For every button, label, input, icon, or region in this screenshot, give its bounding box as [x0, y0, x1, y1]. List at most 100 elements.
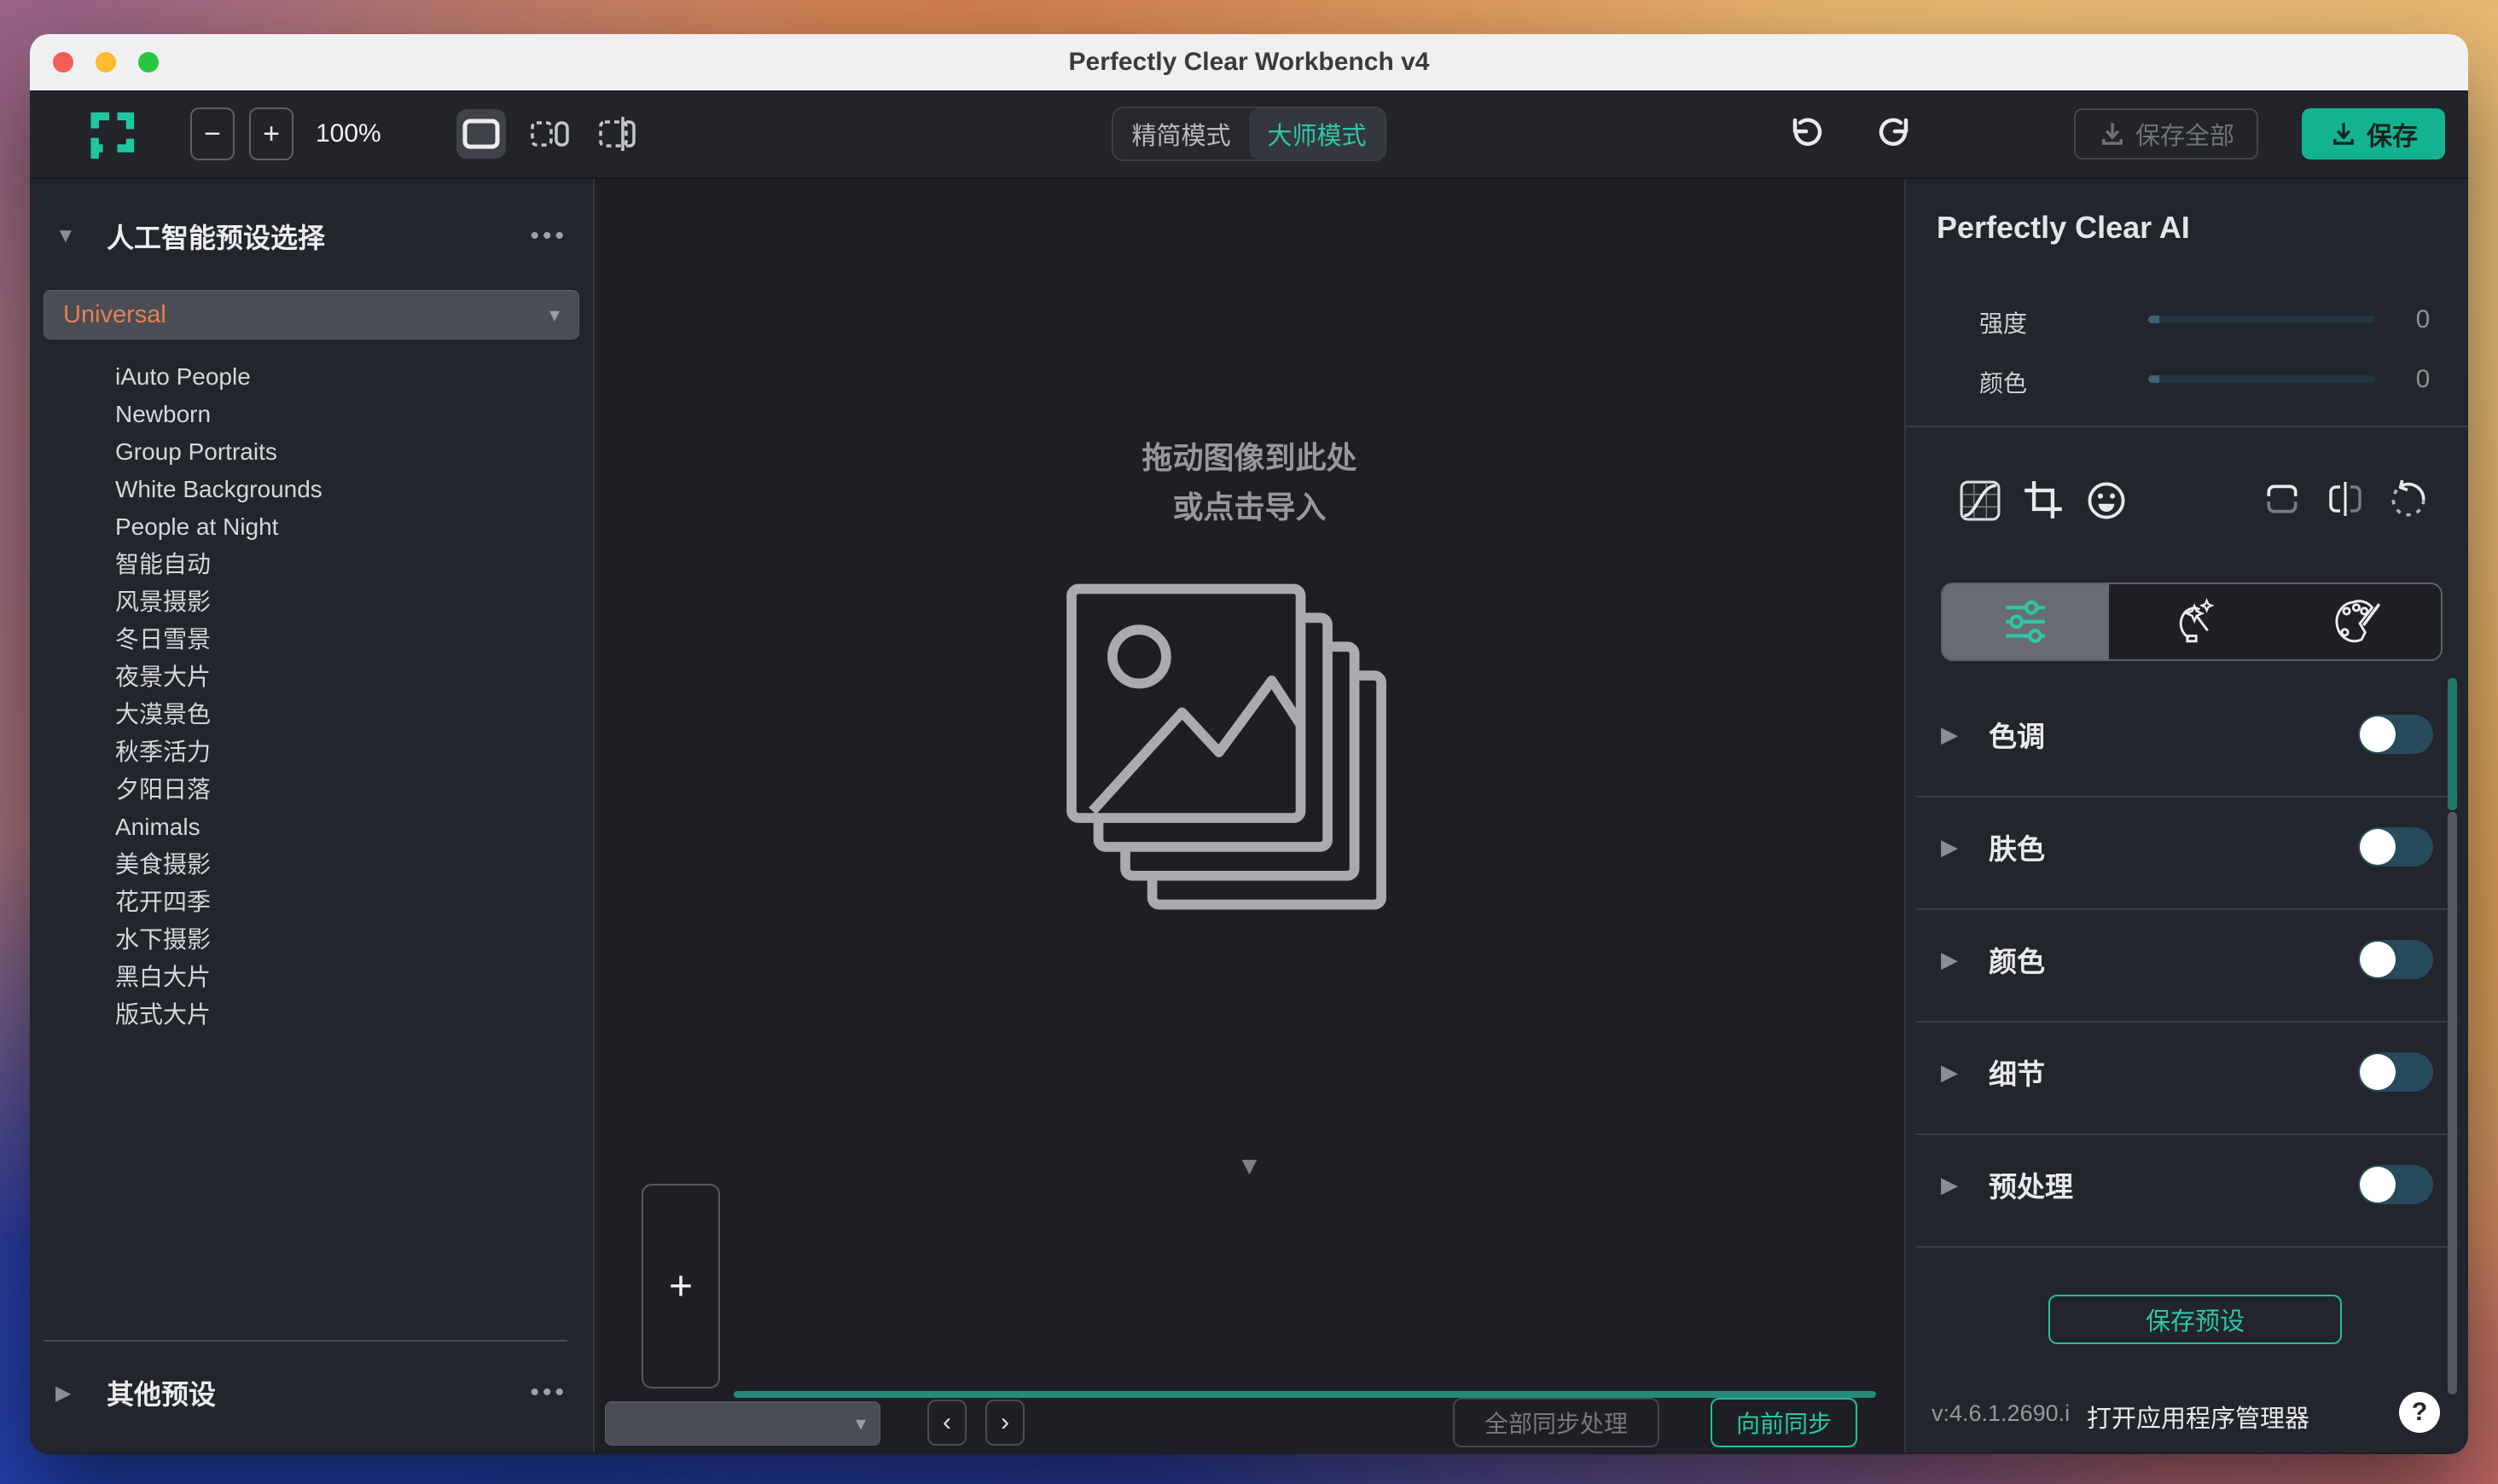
preset-item-label: White Backgrounds: [115, 476, 322, 502]
presets-menu-button[interactable]: •••: [530, 222, 567, 251]
tab-face-retouch[interactable]: [2109, 584, 2275, 659]
open-app-manager-link[interactable]: 打开应用程序管理器: [2087, 1399, 2309, 1435]
preset-item[interactable]: Newborn: [30, 396, 593, 433]
next-image-button[interactable]: ›: [985, 1400, 1025, 1446]
preset-item[interactable]: 秋季活力: [30, 733, 593, 771]
scrollbar-thumb[interactable]: [2448, 812, 2457, 1394]
color-slider-row: 颜色 0: [1906, 362, 2468, 399]
expand-arrow-icon[interactable]: ▶: [1941, 834, 1989, 861]
preset-item[interactable]: iAuto People: [30, 358, 593, 396]
simple-mode-tab[interactable]: 精简模式: [1113, 108, 1249, 159]
section-row[interactable]: ▶ 色调: [1906, 685, 2468, 784]
section-toggle[interactable]: [2358, 1165, 2433, 1204]
save-label: 保存: [2367, 123, 2418, 151]
canvas-area: 拖动图像到此处 或点击导入 ▼ + ▾ ‹ › 全部同步处理 向前同步: [595, 179, 1904, 1452]
master-mode-tab[interactable]: 大师模式: [1249, 108, 1385, 159]
section-row[interactable]: ▶ 预处理: [1906, 1135, 2468, 1234]
split-view-button[interactable]: [593, 109, 642, 159]
section-label: 肤色: [1989, 833, 2045, 865]
zoom-out-button[interactable]: −: [190, 107, 235, 160]
preset-item[interactable]: 夜景大片: [30, 658, 593, 696]
undo-icon: [1792, 118, 1822, 146]
version-label: v:4.6.1.2690.i: [1932, 1400, 2071, 1426]
preset-item[interactable]: 风景摄影: [30, 583, 593, 621]
redo-button[interactable]: [1876, 114, 1915, 154]
save-all-button[interactable]: 保存全部: [2074, 108, 2258, 159]
chevron-down-icon: ▾: [549, 303, 560, 327]
preset-item[interactable]: 黑白大片: [30, 959, 593, 996]
tools-icon-row: [1906, 479, 2468, 527]
slider-thumb[interactable]: [2148, 316, 2159, 323]
previous-image-button[interactable]: ‹: [927, 1400, 967, 1446]
save-preset-button[interactable]: 保存预设: [2048, 1295, 2342, 1344]
face-button[interactable]: [2085, 479, 2128, 522]
help-button[interactable]: ?: [2399, 1392, 2440, 1433]
rotate-button[interactable]: [2388, 479, 2429, 520]
preset-item[interactable]: Group Portraits: [30, 433, 593, 471]
section-toggle[interactable]: [2358, 940, 2433, 979]
scrollbar-accent[interactable]: [2448, 678, 2457, 810]
section-row[interactable]: ▶ 颜色: [1906, 910, 2468, 1009]
expand-arrow-icon[interactable]: ▶: [55, 1381, 107, 1406]
filmstrip-collapse-icon[interactable]: ▼: [1237, 1152, 1263, 1181]
section-toggle[interactable]: [2358, 715, 2433, 754]
dropzone-text-line1: 拖动图像到此处: [1142, 440, 1357, 475]
single-view-icon: [462, 119, 500, 149]
sync-all-button[interactable]: 全部同步处理: [1453, 1398, 1659, 1447]
import-dropzone[interactable]: 拖动图像到此处 或点击导入: [1062, 433, 1438, 929]
view-mode-group: [456, 109, 642, 159]
preset-item[interactable]: 夕阳日落: [30, 771, 593, 809]
preset-item[interactable]: White Backgrounds: [30, 471, 593, 508]
expand-arrow-icon[interactable]: ▶: [1941, 1059, 1989, 1086]
strength-slider[interactable]: [2148, 316, 2375, 323]
expand-arrow-icon[interactable]: ▶: [1941, 722, 1989, 748]
section-row[interactable]: ▶ 细节: [1906, 1023, 2468, 1122]
close-window-button[interactable]: [53, 52, 73, 72]
expand-arrow-icon[interactable]: ▶: [1941, 1172, 1989, 1198]
collapse-arrow-icon[interactable]: ▼: [55, 224, 107, 248]
zoom-window-button[interactable]: [138, 52, 159, 72]
single-view-button[interactable]: [456, 109, 506, 159]
flip-vertical-icon: [2267, 484, 2298, 513]
preset-item[interactable]: 智能自动: [30, 546, 593, 583]
other-presets-header[interactable]: ▶ 其他预设 •••: [30, 1342, 593, 1444]
tab-color-grading[interactable]: [2274, 584, 2441, 659]
preset-item[interactable]: 大漠景色: [30, 696, 593, 733]
undo-button[interactable]: [1786, 114, 1825, 154]
other-presets-menu-button[interactable]: •••: [530, 1378, 567, 1407]
preset-item[interactable]: 水下摄影: [30, 921, 593, 959]
preset-group-dropdown[interactable]: Universal ▾: [44, 290, 579, 339]
side-by-side-view-button[interactable]: [525, 109, 574, 159]
sync-forward-button[interactable]: 向前同步: [1711, 1398, 1857, 1447]
slider-thumb[interactable]: [2148, 375, 2159, 383]
add-image-button[interactable]: +: [642, 1184, 720, 1388]
zoom-in-button[interactable]: +: [249, 107, 293, 160]
filmstrip-scrollbar[interactable]: [734, 1391, 1876, 1398]
redo-icon: [1879, 118, 1908, 146]
tab-manual-adjust[interactable]: [1943, 584, 2109, 659]
section-row[interactable]: ▶ 肤色: [1906, 797, 2468, 896]
color-slider[interactable]: [2148, 375, 2375, 383]
other-presets-title: 其他预设: [107, 1379, 217, 1410]
preset-item[interactable]: People at Night: [30, 508, 593, 546]
crop-button[interactable]: [2023, 479, 2064, 520]
section-toggle[interactable]: [2358, 827, 2433, 867]
flip-vertical-button[interactable]: [2263, 479, 2302, 519]
ai-presets-header[interactable]: ▼ 人工智能预设选择 •••: [30, 206, 593, 266]
minus-icon: −: [204, 117, 221, 150]
preset-item[interactable]: 版式大片: [30, 996, 593, 1034]
minimize-window-button[interactable]: [96, 52, 116, 72]
preset-item-label: 夕阳日落: [115, 776, 212, 803]
expand-arrow-icon[interactable]: ▶: [1941, 947, 1989, 973]
preset-item[interactable]: 冬日雪景: [30, 621, 593, 658]
section-toggle[interactable]: [2358, 1052, 2433, 1092]
preset-item[interactable]: Animals: [30, 809, 593, 846]
strength-slider-row: 强度 0: [1906, 302, 2468, 339]
preset-item[interactable]: 美食摄影: [30, 846, 593, 884]
traffic-lights: [53, 52, 159, 72]
flip-horizontal-button[interactable]: [2326, 479, 2365, 519]
preset-item[interactable]: 花开四季: [30, 884, 593, 921]
save-button[interactable]: 保存: [2302, 108, 2445, 159]
image-select-dropdown[interactable]: ▾: [605, 1401, 880, 1446]
curves-button[interactable]: [1959, 479, 2001, 522]
